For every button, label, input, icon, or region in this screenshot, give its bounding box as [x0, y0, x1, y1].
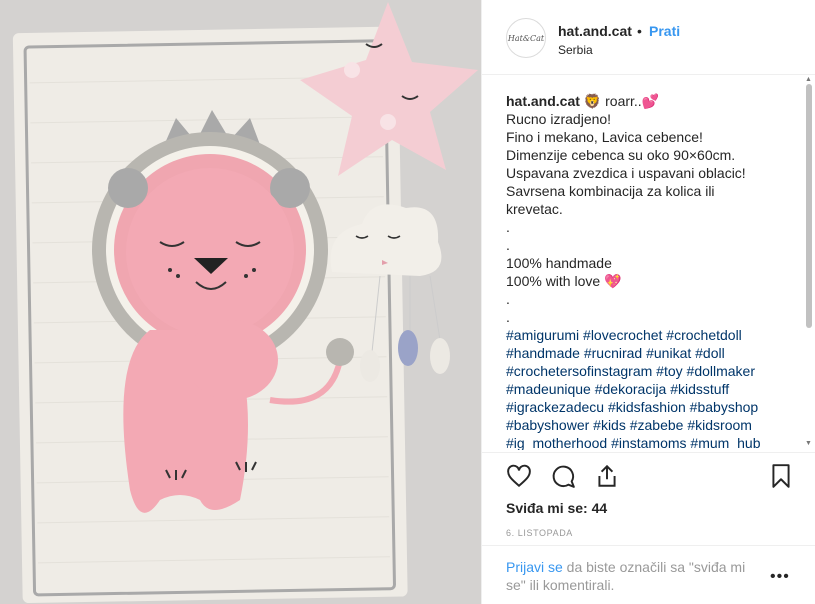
- caption-first-line: hat.and.cat 🦁 roarr..💕: [506, 92, 796, 110]
- hashtag-line[interactable]: #ig_motherhood #instamoms #mum_hub: [506, 434, 796, 450]
- heart-icon[interactable]: [506, 463, 532, 489]
- follow-button[interactable]: Prati: [649, 23, 680, 39]
- scroll-down-arrow-icon[interactable]: ▼: [805, 440, 812, 447]
- bookmark-icon[interactable]: [768, 463, 794, 489]
- caption: hat.and.cat 🦁 roarr..💕 Rucno izradjeno! …: [506, 92, 796, 450]
- caption-scrollbar[interactable]: ▲ ▼: [805, 76, 813, 448]
- caption-line: Savrsena kombinacija za kolica ili: [506, 183, 715, 199]
- scroll-up-arrow-icon[interactable]: ▲: [805, 76, 812, 83]
- scrollbar-thumb[interactable]: [806, 84, 812, 328]
- like-count[interactable]: Sviđa mi se: 44: [506, 500, 607, 516]
- login-text: Prijavi se da biste označili sa "sviđa m…: [506, 558, 766, 594]
- caption-line: Rucno izradjeno!: [506, 111, 612, 127]
- caption-line: .: [506, 219, 510, 235]
- caption-line: krevetac.: [506, 201, 563, 217]
- post-photo[interactable]: [0, 0, 481, 604]
- action-bar: [482, 452, 815, 496]
- caption-line: 100% with love 💖: [506, 273, 622, 289]
- avatar-text: Hat&Cat: [507, 33, 545, 43]
- post-header: Hat&Cat hat.and.cat • Prati Serbia: [482, 0, 815, 75]
- hashtag-line[interactable]: #madeunique #dekoracija #kidsstuff: [506, 380, 796, 398]
- post-side-panel: Hat&Cat hat.and.cat • Prati Serbia hat.a…: [481, 0, 815, 604]
- share-icon[interactable]: [594, 463, 620, 489]
- hashtag-line[interactable]: #igrackezadecu #kidsfashion #babyshop: [506, 398, 796, 416]
- post-date[interactable]: 6. LISTOPADA: [506, 528, 573, 538]
- username-link[interactable]: hat.and.cat: [558, 23, 632, 39]
- location-link[interactable]: Serbia: [558, 43, 593, 57]
- hashtag-line[interactable]: #crochetersofinstagram #toy #dollmaker: [506, 362, 796, 380]
- more-options-icon[interactable]: •••: [770, 568, 790, 586]
- login-link[interactable]: Prijavi se: [506, 559, 563, 575]
- caption-line: .: [506, 237, 510, 253]
- caption-line: 100% handmade: [506, 255, 612, 271]
- caption-line: Dimenzije cebenca su oko 90×60cm.: [506, 147, 736, 163]
- caption-line: .: [506, 309, 510, 325]
- caption-line: Fino i mekano, Lavica cebence!: [506, 129, 703, 145]
- comment-icon[interactable]: [550, 463, 576, 489]
- caption-line: .: [506, 291, 510, 307]
- hashtag-line[interactable]: #amigurumi #lovecrochet #crochetdoll: [506, 326, 796, 344]
- avatar[interactable]: Hat&Cat: [506, 18, 546, 58]
- separator-dot: •: [637, 23, 642, 39]
- hashtag-line[interactable]: #handmade #rucnirad #unikat #doll: [506, 344, 796, 362]
- caption-intro: 🦁 roarr..💕: [579, 93, 660, 109]
- login-prompt: Prijavi se da biste označili sa "sviđa m…: [482, 545, 815, 604]
- caption-line: Uspavana zvezdica i uspavani oblacic!: [506, 165, 746, 181]
- hashtag-line[interactable]: #babyshower #kids #zabebe #kidsroom: [506, 416, 796, 434]
- caption-username[interactable]: hat.and.cat: [506, 93, 580, 109]
- photo-illustration: [0, 0, 481, 604]
